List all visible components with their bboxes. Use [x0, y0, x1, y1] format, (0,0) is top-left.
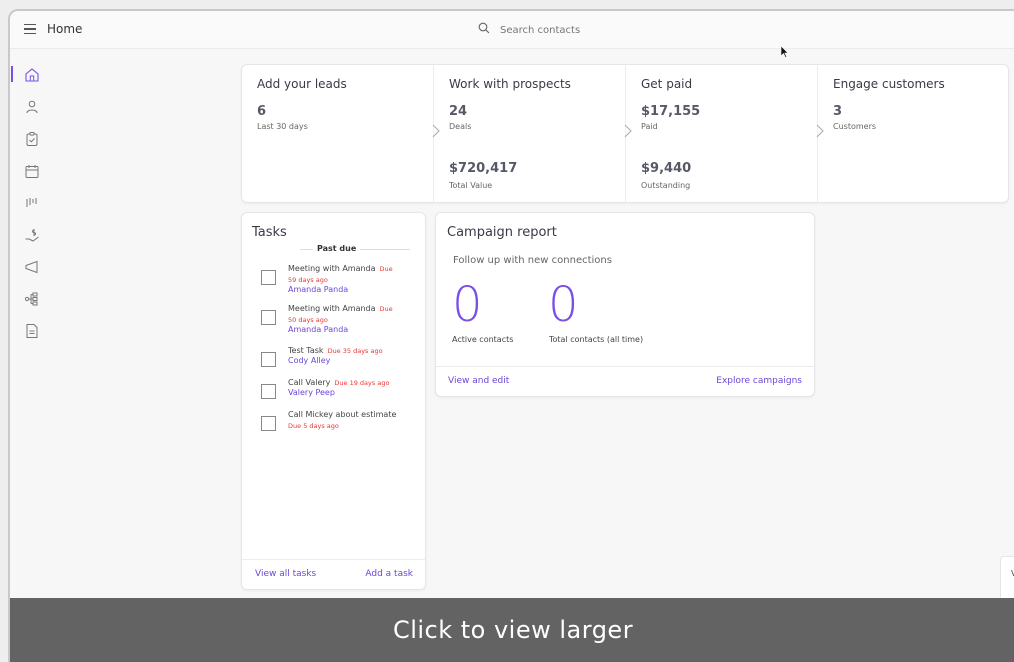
- task-name: Meeting with Amanda: [288, 304, 376, 313]
- task-due: Due 35 days ago: [327, 347, 383, 355]
- home-icon: [25, 68, 39, 82]
- mouse-cursor-icon: [781, 46, 789, 58]
- prospects-total-label: Total Value: [449, 181, 493, 190]
- outstanding-value: $9,440: [641, 161, 692, 176]
- task-contact-link[interactable]: Amanda Panda: [288, 325, 348, 334]
- customers-value: 3: [833, 104, 843, 119]
- task-title-row: Meeting with Amanda Due: [288, 264, 393, 273]
- page-title: Home: [47, 22, 83, 36]
- task-due-detail: 59 days ago: [288, 276, 328, 284]
- prospects-total-value: $720,417: [449, 161, 518, 176]
- prospects-deals-label: Deals: [449, 122, 472, 131]
- task-contact-link[interactable]: Cody Alley: [288, 356, 330, 365]
- active-contacts-label: Active contacts: [452, 335, 514, 344]
- task-contact-link[interactable]: Valery Peep: [288, 388, 335, 397]
- calendar-icon: [25, 165, 39, 178]
- pipeline-customers[interactable]: Engage customers 3 Customers: [816, 65, 1008, 202]
- outstanding-label: Outstanding: [641, 181, 691, 190]
- total-contacts-label: Total contacts (all time): [549, 335, 644, 344]
- task-name: Call Mickey about estimate: [288, 410, 397, 419]
- sidebar-item-contacts[interactable]: [24, 99, 40, 115]
- paid-label: Paid: [641, 122, 658, 131]
- pipeline-paid[interactable]: Get paid $17,155 Paid $9,440 Outstanding: [624, 65, 818, 202]
- view-all-tasks-link[interactable]: View all tasks: [255, 569, 316, 579]
- task-checkbox[interactable]: [261, 384, 276, 399]
- person-icon: [26, 100, 38, 114]
- sidebar-item-documents[interactable]: [24, 323, 40, 339]
- task-contact-link[interactable]: Amanda Panda: [288, 285, 348, 294]
- search-icon: [478, 22, 490, 34]
- campaign-report-card: Campaign report Follow up with new conne…: [435, 212, 815, 397]
- past-due-heading: Past due: [313, 244, 361, 253]
- sidebar-item-automations[interactable]: [24, 291, 40, 307]
- customers-title: Engage customers: [833, 77, 945, 91]
- partial-card: V: [1000, 556, 1014, 604]
- document-icon: [26, 324, 38, 338]
- prospects-deals-value: 24: [449, 104, 468, 119]
- paid-value: $17,155: [641, 104, 701, 119]
- workflow-icon: [24, 292, 38, 306]
- task-name: Meeting with Amanda: [288, 264, 376, 273]
- sidebar-item-tasks[interactable]: [24, 131, 40, 147]
- sidebar-item-pipeline[interactable]: [24, 195, 40, 211]
- campaign-footer: View and edit Explore campaigns: [436, 366, 814, 396]
- paid-title: Get paid: [641, 77, 693, 91]
- money-hand-icon: [25, 229, 39, 242]
- task-due-detail: Due 5 days ago: [288, 422, 339, 430]
- pipeline-prospects[interactable]: Work with prospects 24 Deals $720,417 To…: [432, 65, 626, 202]
- tasks-card: Tasks Past due Meeting with Amanda Due 59…: [241, 212, 426, 590]
- task-due: Due: [379, 305, 393, 313]
- task-due: Due 19 days ago: [334, 379, 390, 387]
- megaphone-icon: [25, 260, 38, 274]
- total-contacts-count: 0: [548, 277, 579, 333]
- task-name: Call Valery: [288, 378, 331, 387]
- tasks-title: Tasks: [252, 225, 287, 240]
- campaign-title: Campaign report: [447, 225, 557, 240]
- chevron-right-icon: [624, 124, 632, 138]
- clipboard-check-icon: [26, 132, 38, 146]
- task-due: Due: [379, 265, 393, 273]
- sidebar-item-campaigns[interactable]: [24, 259, 40, 275]
- task-checkbox[interactable]: [261, 352, 276, 367]
- sidebar-item-calendar[interactable]: [24, 163, 40, 179]
- campaign-subtitle: Follow up with new connections: [453, 255, 612, 266]
- leads-value: 6: [257, 104, 267, 119]
- task-title-row: Meeting with Amanda Due: [288, 304, 393, 313]
- search-bar[interactable]: [478, 20, 738, 40]
- view-larger-text: Click to view larger: [392, 616, 634, 644]
- top-bar: Home: [10, 11, 1014, 49]
- hamburger-menu-icon[interactable]: [24, 24, 36, 34]
- task-title-row: Call Valery Due 19 days ago: [288, 378, 389, 387]
- task-due-detail: 50 days ago: [288, 316, 328, 324]
- leads-label: Last 30 days: [257, 122, 308, 131]
- leads-title: Add your leads: [257, 77, 347, 91]
- task-checkbox[interactable]: [261, 416, 276, 431]
- task-checkbox[interactable]: [261, 270, 276, 285]
- app-window: Home Search contacts Add your leads 6 La…: [8, 9, 1014, 662]
- pipeline-card: Add your leads 6 Last 30 days Work with …: [241, 64, 1009, 203]
- view-larger-banner[interactable]: Click to view larger: [10, 598, 1014, 662]
- task-title-row: Test Task Due 35 days ago: [288, 346, 383, 355]
- task-name: Test Task: [288, 346, 324, 355]
- view-and-edit-link[interactable]: View and edit: [448, 376, 509, 386]
- sidebar: [10, 51, 50, 351]
- pipeline-leads[interactable]: Add your leads 6 Last 30 days: [242, 65, 434, 202]
- active-contacts-count: 0: [452, 277, 483, 333]
- sidebar-active-indicator: [11, 66, 13, 82]
- customers-label: Customers: [833, 122, 877, 131]
- sidebar-item-home[interactable]: [24, 67, 40, 83]
- sidebar-item-payments[interactable]: [24, 227, 40, 243]
- explore-campaigns-link[interactable]: Explore campaigns: [716, 376, 802, 386]
- add-task-link[interactable]: Add a task: [365, 569, 413, 579]
- task-title-row: Call Mickey about estimate: [288, 410, 396, 419]
- task-checkbox[interactable]: [261, 310, 276, 325]
- chevron-right-icon: [816, 124, 824, 138]
- pipeline-icon: [26, 198, 37, 207]
- search-input[interactable]: [500, 20, 700, 40]
- chevron-right-icon: [432, 124, 440, 138]
- tasks-footer: View all tasks Add a task: [242, 559, 425, 589]
- prospects-title: Work with prospects: [449, 77, 571, 91]
